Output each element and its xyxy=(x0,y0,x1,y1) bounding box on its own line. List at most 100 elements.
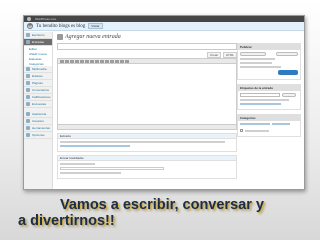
sidebar-item-comentarios[interactable]: Comentarios xyxy=(24,87,52,94)
sidebar-item-label: Añadir nueva xyxy=(29,51,47,56)
categories-box: Categorías xyxy=(237,114,301,137)
entradas-icon xyxy=(26,40,30,44)
publish-box: Publicar xyxy=(237,43,301,80)
sidebar-item-label: Apariencia xyxy=(32,112,47,116)
apariencia-icon xyxy=(26,112,30,116)
excerpt-help-link[interactable] xyxy=(60,145,130,147)
main-content: Agregar nueva entrada Visual HTML Extrac… xyxy=(55,32,304,189)
sidebar-item-opciones[interactable]: Opciones xyxy=(24,132,52,139)
sidebar-item-label: Multimedia xyxy=(32,67,47,71)
publish-button[interactable] xyxy=(278,70,298,75)
most-used-tab[interactable] xyxy=(272,123,290,125)
align-center-icon[interactable] xyxy=(95,59,99,63)
sidebar-item-label: Categorías xyxy=(29,61,44,66)
page-title: Agregar nueva entrada xyxy=(65,34,121,40)
sidebar-item-encuestas[interactable]: Encuestas xyxy=(24,101,52,108)
excerpt-box: Extracto xyxy=(57,133,237,152)
sidebar-item-apariencia[interactable]: Apariencia xyxy=(24,111,52,118)
admin-sidebar: Escritorio Entradas Editar Añadir nueva Etiq… xyxy=(24,32,53,189)
slide-caption: Vamos a escribir, conversar y a divertir… xyxy=(18,197,312,229)
wp-logo-icon: W xyxy=(27,23,33,29)
align-right-icon[interactable] xyxy=(100,59,104,63)
italic-icon[interactable] xyxy=(65,59,69,63)
caption-line-2: a divertirnos!! xyxy=(18,213,115,229)
post-editor: Visual HTML Extracto Enviar trackbacks xyxy=(57,43,237,179)
escritorio-icon xyxy=(26,33,30,37)
enlaces-icon xyxy=(26,74,30,78)
save-draft-button[interactable] xyxy=(240,52,266,56)
site-title[interactable]: Tu bendito blogs es blog xyxy=(36,24,85,29)
encuestas-icon xyxy=(26,102,30,106)
spellcheck-icon[interactable] xyxy=(120,59,124,63)
trackbacks-help-line xyxy=(60,172,121,174)
tab-html[interactable]: HTML xyxy=(222,52,237,58)
sidebar-item-escritorio[interactable]: Escritorio xyxy=(24,32,52,39)
sidebar-item-label: Encuestas xyxy=(32,102,47,106)
publish-schedule-line xyxy=(240,66,281,68)
sidebar-item-multimedia[interactable]: Multimedia xyxy=(24,66,52,73)
tags-popular-link[interactable] xyxy=(240,103,281,105)
trackbacks-label-line xyxy=(60,163,95,165)
tags-box: Etiquetas de la entrada xyxy=(237,84,301,110)
sidebar-item-label: Opciones xyxy=(32,133,45,137)
all-categories-tab[interactable] xyxy=(240,123,270,125)
sidebar-item-label: Entradas xyxy=(32,40,45,44)
blockquote-icon[interactable] xyxy=(85,59,89,63)
publish-status-line xyxy=(240,58,275,60)
strikethrough-icon[interactable] xyxy=(70,59,74,63)
sidebar-item-label: Usuarios xyxy=(32,119,44,123)
sidebar-item-label: Editar xyxy=(29,46,37,51)
excerpt-text-line xyxy=(60,141,226,143)
admin-bar-site-label[interactable]: WordPress.com xyxy=(35,17,56,21)
sidebar-item-label: Calificaciones xyxy=(32,95,51,99)
sidebar-item-paginas[interactable]: Páginas xyxy=(24,80,52,87)
sidebar-item-usuarios[interactable]: Usuarios xyxy=(24,118,52,125)
link-icon[interactable] xyxy=(105,59,109,63)
tab-visual[interactable]: Visual xyxy=(206,52,221,58)
wordpress-screenshot: WordPress.com Mi cuenta W Tu bendito blo… xyxy=(23,15,305,190)
category-checkbox[interactable] xyxy=(240,129,243,132)
post-content-editor[interactable] xyxy=(57,64,237,125)
opciones-icon xyxy=(26,133,30,137)
sidebar-item-entradas[interactable]: Entradas xyxy=(24,39,52,46)
tags-input[interactable] xyxy=(240,93,280,97)
post-icon xyxy=(57,34,63,40)
category-uncategorized-line xyxy=(245,129,269,132)
sidebar-item-label: Herramientas xyxy=(32,126,51,130)
unlink-icon[interactable] xyxy=(110,59,114,63)
publish-visibility-line xyxy=(240,62,272,64)
usuarios-icon xyxy=(26,119,30,123)
sidebar-item-herramientas[interactable]: Herramientas xyxy=(24,125,52,132)
visit-site-button[interactable]: Visitar xyxy=(88,23,103,29)
numbered-list-icon[interactable] xyxy=(80,59,84,63)
sidebar-item-label: Páginas xyxy=(32,81,43,85)
align-left-icon[interactable] xyxy=(90,59,94,63)
preview-button[interactable] xyxy=(276,52,298,56)
more-tag-icon[interactable] xyxy=(115,59,119,63)
herramientas-icon xyxy=(26,126,30,130)
page-header: Agregar nueva entrada xyxy=(57,34,121,40)
trackbacks-box: Enviar trackbacks xyxy=(57,155,237,179)
editor-status-bar xyxy=(57,125,237,130)
comentarios-icon xyxy=(26,88,30,92)
post-title-input[interactable] xyxy=(57,43,237,50)
bold-icon[interactable] xyxy=(60,59,64,63)
sidebar-item-label: Escritorio xyxy=(32,33,45,37)
trackbacks-input[interactable] xyxy=(60,167,165,170)
caption-line-1: Vamos a escribir, conversar y xyxy=(60,197,264,213)
add-tag-button[interactable] xyxy=(282,93,296,97)
sidebar-item-label: Etiquetas xyxy=(29,56,42,61)
sidebar-item-enlaces[interactable]: Enlaces xyxy=(24,73,52,80)
multimedia-icon xyxy=(26,67,30,71)
fullscreen-icon[interactable] xyxy=(125,59,129,63)
wordpress-logo-icon[interactable] xyxy=(27,17,31,21)
calificaciones-icon xyxy=(26,95,30,99)
tags-help-line xyxy=(240,99,290,101)
sidebar-item-label: Comentarios xyxy=(32,88,50,92)
bullet-list-icon[interactable] xyxy=(75,59,79,63)
sidebar-item-label: Enlaces xyxy=(32,74,43,78)
right-column: Publicar Etiquetas de la entrada Categor… xyxy=(237,43,301,141)
site-header: W Tu bendito blogs es blog Visitar xyxy=(24,22,304,31)
paginas-icon xyxy=(26,81,30,85)
sidebar-item-calificaciones[interactable]: Calificaciones xyxy=(24,94,52,101)
